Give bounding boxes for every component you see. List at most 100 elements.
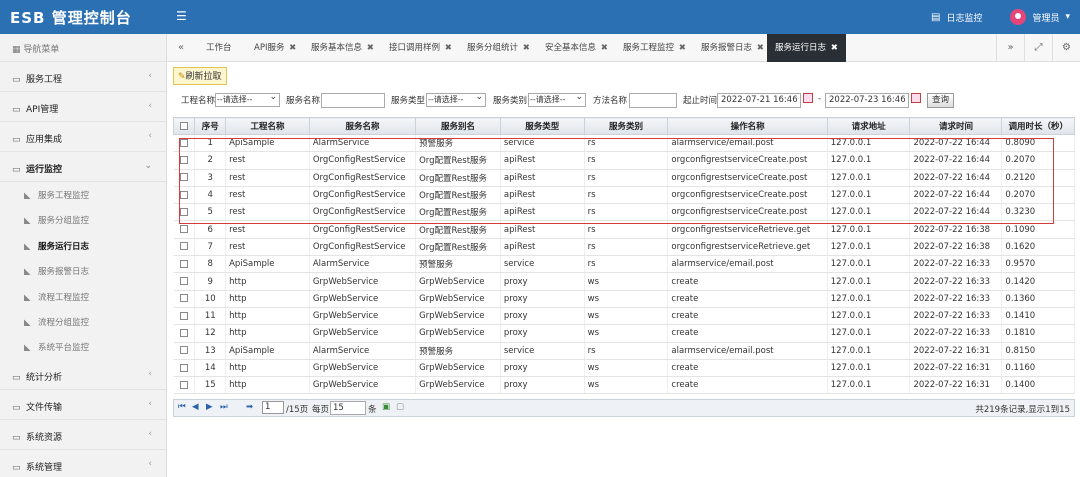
first-page-icon[interactable]: ⏮ [178, 402, 186, 412]
tab-run-log[interactable]: 服务运行日志 ✖ [767, 34, 846, 62]
column-header[interactable]: 操作名称 [668, 118, 827, 135]
column-header[interactable]: 请求地址 [827, 118, 910, 135]
row-checkbox[interactable] [174, 273, 195, 290]
row-checkbox[interactable] [174, 342, 195, 359]
table-row[interactable]: 10httpGrpWebServiceGrpWebServiceproxywsc… [174, 290, 1075, 307]
sidebar-item-run-log[interactable]: ◣服务运行日志 [0, 233, 166, 258]
sidebar-group-api[interactable]: ▭API管理‹ [0, 92, 166, 122]
sidebar-item-flow-group-monitor[interactable]: ◣流程分组监控 [0, 309, 166, 334]
table-row[interactable]: 9httpGrpWebServiceGrpWebServiceproxywscr… [174, 273, 1075, 290]
close-icon[interactable]: ✖ [679, 43, 686, 53]
table-row[interactable]: 5restOrgConfigRestServiceOrg配置Rest服务apiR… [174, 204, 1075, 221]
sidebar-item-platform-monitor[interactable]: ◣系统平台监控 [0, 334, 166, 359]
tab-workbench[interactable]: 工作台 [206, 34, 232, 62]
tab-security-info[interactable]: 安全基本信息 ✖ [545, 34, 608, 62]
close-icon[interactable]: ✖ [757, 43, 764, 53]
column-header[interactable]: 服务名称 [309, 118, 415, 135]
row-checkbox[interactable] [174, 152, 195, 169]
sidebar-item-flow-project-monitor[interactable]: ◣流程工程监控 [0, 284, 166, 309]
row-checkbox[interactable] [174, 204, 195, 221]
sidebar-item-group-monitor[interactable]: ◣服务分组监控 [0, 207, 166, 232]
service-name-input[interactable] [321, 93, 385, 108]
user-avatar-icon[interactable] [1010, 9, 1026, 25]
row-checkbox[interactable] [174, 186, 195, 203]
tab-alarm-log[interactable]: 服务报警日志 ✖ [701, 34, 764, 62]
table-row[interactable]: 11httpGrpWebServiceGrpWebServiceproxywsc… [174, 307, 1075, 324]
row-checkbox[interactable] [174, 238, 195, 255]
fullscreen-icon[interactable]: ⤢ [1024, 34, 1052, 62]
sidebar-group-monitor[interactable]: ▭运行监控⌄ [0, 152, 166, 182]
tab-project-monitor[interactable]: 服务工程监控 ✖ [623, 34, 686, 62]
row-checkbox[interactable] [174, 325, 195, 342]
table-row[interactable]: 15httpGrpWebServiceGrpWebServiceproxywsc… [174, 377, 1075, 394]
refresh-button[interactable]: ✎刷新拉取 [173, 67, 227, 85]
sidebar-group-statistics[interactable]: ▭统计分析‹ [0, 360, 166, 390]
last-page-icon[interactable]: ⏭ [220, 402, 228, 412]
close-icon[interactable]: ✖ [523, 43, 530, 53]
tab-call-sample[interactable]: 接口调用样例 ✖ [389, 34, 452, 62]
close-icon[interactable]: ✖ [445, 43, 452, 53]
close-icon[interactable]: ✖ [601, 43, 608, 53]
document-icon[interactable]: ▢ [396, 402, 404, 412]
tab-api-service[interactable]: API服务 ✖ [254, 34, 296, 62]
prev-page-icon[interactable]: ◀ [192, 402, 199, 412]
table-row[interactable]: 7restOrgConfigRestServiceOrg配置Rest服务apiR… [174, 238, 1075, 255]
user-name[interactable]: 管理员 [1032, 11, 1059, 24]
scroll-left-icon[interactable]: « [167, 34, 195, 62]
sidebar-group-service-project[interactable]: ▭服务工程‹ [0, 62, 166, 92]
select-all-checkbox[interactable] [174, 118, 195, 135]
table-row[interactable]: 8ApiSampleAlarmService预警服务servicersalarm… [174, 256, 1075, 273]
go-page-icon[interactable]: ➡ [246, 402, 253, 412]
gear-icon[interactable]: ⚙ [1052, 34, 1080, 62]
sidebar-item-alarm-log[interactable]: ◣服务报警日志 [0, 258, 166, 283]
service-type-select[interactable]: --请选择-- [426, 93, 486, 107]
method-input[interactable] [629, 93, 677, 108]
start-time-input[interactable]: 2022-07-21 16:46 [717, 93, 801, 108]
column-header[interactable]: 工程名称 [226, 118, 310, 135]
table-row[interactable]: 4restOrgConfigRestServiceOrg配置Rest服务apiR… [174, 186, 1075, 203]
next-page-icon[interactable]: ▶ [206, 402, 213, 412]
column-header[interactable]: 序号 [195, 118, 226, 135]
close-icon[interactable]: ✖ [289, 43, 296, 53]
calendar-icon[interactable] [803, 93, 813, 103]
sidebar-item-project-monitor[interactable]: ◣服务工程监控 [0, 182, 166, 207]
column-header[interactable]: 服务类别 [584, 118, 668, 135]
row-checkbox[interactable] [174, 307, 195, 324]
column-header[interactable]: 服务类型 [500, 118, 584, 135]
monitor-list-icon[interactable]: ▤ [931, 12, 940, 23]
log-monitor-link[interactable]: 日志监控 [946, 11, 982, 24]
row-checkbox[interactable] [174, 135, 195, 152]
row-checkbox[interactable] [174, 256, 195, 273]
column-header[interactable]: 请求时间 [910, 118, 1002, 135]
table-row[interactable]: 14httpGrpWebServiceGrpWebServiceproxywsc… [174, 359, 1075, 376]
calendar-icon[interactable] [911, 93, 921, 103]
sidebar-group-file-transfer[interactable]: ▭文件传输‹ [0, 390, 166, 420]
sidebar-group-resources[interactable]: ▭系统资源‹ [0, 420, 166, 450]
page-number-input[interactable]: 1 [262, 401, 284, 414]
row-checkbox[interactable] [174, 359, 195, 376]
table-row[interactable]: 2restOrgConfigRestServiceOrg配置Rest服务apiR… [174, 152, 1075, 169]
close-icon[interactable]: ✖ [831, 43, 838, 53]
sidebar-group-system[interactable]: ▭系统管理‹ [0, 450, 166, 477]
tab-group-stats[interactable]: 服务分组统计 ✖ [467, 34, 530, 62]
row-checkbox[interactable] [174, 377, 195, 394]
row-checkbox[interactable] [174, 169, 195, 186]
tab-service-info[interactable]: 服务基本信息 ✖ [311, 34, 374, 62]
project-select[interactable]: --请选择-- [215, 93, 280, 107]
row-checkbox[interactable] [174, 290, 195, 307]
column-header[interactable]: 调用时长（秒） [1002, 118, 1075, 135]
scroll-right-icon[interactable]: » [996, 34, 1024, 62]
table-row[interactable]: 12httpGrpWebServiceGrpWebServiceproxywsc… [174, 325, 1075, 342]
export-icon[interactable]: ▣ [382, 402, 390, 412]
page-size-select[interactable]: 15 [330, 401, 366, 415]
row-checkbox[interactable] [174, 221, 195, 238]
close-icon[interactable]: ✖ [367, 43, 374, 53]
table-row[interactable]: 1ApiSampleAlarmService预警服务servicersalarm… [174, 135, 1075, 152]
service-category-select[interactable]: --请选择-- [528, 93, 586, 107]
table-row[interactable]: 13ApiSampleAlarmService预警服务servicersalar… [174, 342, 1075, 359]
query-button[interactable]: 查询 [927, 93, 954, 108]
hamburger-icon[interactable]: ☰ [176, 9, 187, 23]
column-header[interactable]: 服务别名 [416, 118, 501, 135]
user-caret-icon[interactable]: ▾ [1065, 12, 1070, 22]
end-time-input[interactable]: 2022-07-23 16:46 [825, 93, 909, 108]
